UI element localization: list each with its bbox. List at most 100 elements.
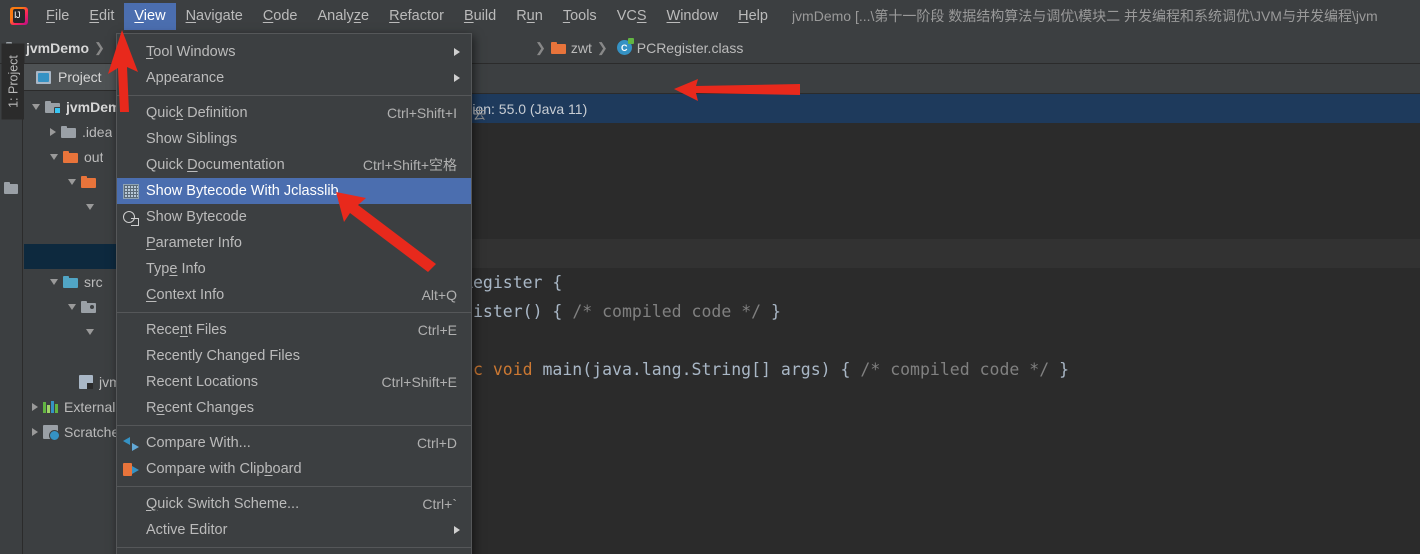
orange-folder-icon	[63, 150, 78, 163]
breadcrumb-item-zwt[interactable]: ❯ zwt ❯	[530, 40, 613, 56]
menu-item-show-siblings[interactable]: Show Siblings	[117, 126, 471, 152]
menu-item-label: Recently Changed Files	[146, 348, 300, 364]
menu-item-active-editor[interactable]: Active Editor	[117, 517, 471, 543]
menu-item-label: Active Editor	[146, 522, 228, 538]
menu-file[interactable]: File	[36, 3, 79, 30]
menu-vcs[interactable]: VCS	[607, 3, 657, 30]
menu-navigate[interactable]: Navigate	[176, 3, 253, 30]
menu-analyze[interactable]: Analyze	[308, 3, 380, 30]
menu-item-tool-windows[interactable]: Tool Windows	[117, 39, 471, 65]
menu-separator	[117, 547, 471, 548]
left-tool-strip: 1: Project	[0, 43, 25, 554]
menu-item-label: Parameter Info	[146, 235, 242, 251]
menu-item-shortcut: Ctrl+Shift+I	[386, 105, 457, 121]
menu-item-quick-documentation[interactable]: Quick Documentation Ctrl+Shift+空格	[117, 152, 471, 178]
menu-run[interactable]: Run	[506, 3, 553, 30]
chevron-right-icon[interactable]	[32, 402, 38, 411]
java-class-icon: C	[616, 38, 634, 55]
menu-item-recent-locations[interactable]: Recent Locations Ctrl+Shift+E	[117, 369, 471, 395]
tool-window-button-project[interactable]: 1: Project	[1, 43, 25, 120]
chevron-down-icon[interactable]	[86, 328, 94, 335]
menu-item-type-info[interactable]: Type Info	[117, 256, 471, 282]
menu-view[interactable]: View	[124, 2, 176, 30]
module-folder-icon	[45, 100, 61, 114]
menu-item-label: Context Info	[146, 287, 225, 303]
submenu-arrow-icon	[454, 74, 460, 82]
menu-refactor[interactable]: Refactor	[379, 3, 454, 30]
menu-separator	[117, 486, 471, 487]
menu-item-recent-changes[interactable]: Recent Changes	[117, 395, 471, 421]
submenu-arrow-icon	[454, 526, 460, 534]
menu-item-compare-with[interactable]: Compare With... Ctrl+D	[117, 430, 471, 456]
menu-item-label: Recent Changes	[146, 400, 255, 416]
intellij-logo-icon: IJ	[8, 5, 30, 27]
menu-tools[interactable]: Tools	[553, 3, 607, 30]
breadcrumb-item-pcregister[interactable]: C PCRegister.class	[616, 38, 744, 56]
menu-item-label: Appearance	[146, 70, 225, 86]
menu-item-recently-changed-files[interactable]: Recently Changed Files	[117, 343, 471, 369]
chevron-down-icon[interactable]	[86, 203, 94, 210]
menu-separator	[117, 95, 471, 96]
submenu-arrow-icon	[454, 48, 460, 56]
chevron-down-icon[interactable]	[50, 153, 58, 160]
menu-item-shortcut: Alt+Q	[421, 287, 457, 303]
menu-item-label: Tool Windows	[146, 44, 236, 60]
view-menu-dropdown: Tool Windows Appearance Quick Definition Ct…	[116, 33, 472, 554]
menu-item-label: Recent Locations	[146, 374, 259, 390]
chevron-down-icon[interactable]	[68, 178, 76, 185]
breadcrumb-separator-icon: ❯	[534, 39, 546, 55]
breadcrumb-label: PCRegister.class	[636, 39, 744, 56]
menu-item-shortcut: Ctrl+Shift+空格	[362, 157, 457, 173]
menu-item-label: Compare with Clipboard	[146, 461, 302, 477]
tree-item-label: out	[84, 148, 104, 165]
menu-bar: IJ File Edit View Navigate Code Analyze Refact…	[0, 0, 1420, 32]
chevron-down-icon[interactable]	[50, 278, 58, 285]
menu-item-show-bytecode-with-jclasslib[interactable]: Show Bytecode With Jclasslib	[117, 178, 471, 204]
window-title: jvmDemo [...\第十一阶段 数据结构算法与调优\模块二 并发编程和系统…	[791, 8, 1378, 24]
menu-window[interactable]: Window	[657, 3, 729, 30]
menu-separator	[117, 425, 471, 426]
menu-item-label: Compare With...	[146, 435, 251, 451]
tree-item-label: .idea	[82, 123, 113, 140]
obscured-panel-label: 去	[473, 108, 487, 123]
menu-item-appearance[interactable]: Appearance	[117, 65, 471, 91]
menu-help[interactable]: Help	[728, 3, 778, 30]
menu-item-quick-definition[interactable]: Quick Definition Ctrl+Shift+I	[117, 100, 471, 126]
menu-item-show-bytecode[interactable]: Show Bytecode	[117, 204, 471, 230]
menu-code[interactable]: Code	[253, 3, 308, 30]
tree-item-label: src	[84, 273, 103, 290]
package-folder-icon	[550, 41, 566, 54]
blue-folder-icon	[63, 275, 78, 288]
menu-item-quick-switch-scheme[interactable]: Quick Switch Scheme... Ctrl+`	[117, 491, 471, 517]
grey-folder-icon	[61, 125, 76, 138]
chevron-down-icon[interactable]	[68, 303, 76, 310]
chevron-right-icon[interactable]	[50, 127, 56, 136]
menu-item-label: Quick Definition	[146, 105, 248, 121]
chevron-right-icon[interactable]	[32, 427, 38, 436]
menu-item-label: Show Bytecode	[146, 209, 247, 225]
breadcrumb-separator-icon: ❯	[94, 39, 105, 55]
menu-item-label: Quick Documentation	[146, 157, 285, 173]
menu-item-shortcut: Ctrl+Shift+E	[381, 374, 457, 390]
menu-edit[interactable]: Edit	[79, 3, 124, 30]
menu-item-label: Type Info	[146, 261, 206, 277]
orange-folder-icon	[81, 175, 96, 188]
strip-folder-icon	[4, 182, 18, 194]
menu-item-parameter-info[interactable]: Parameter Info	[117, 230, 471, 256]
iml-file-icon	[79, 374, 93, 389]
ide-window: IJ File Edit View Navigate Code Analyze Refact…	[0, 0, 1420, 554]
menu-item-context-info[interactable]: Context Info Alt+Q	[117, 282, 471, 308]
menu-item-label: Recent Files	[146, 322, 227, 338]
menu-item-compare-with-clipboard[interactable]: Compare with Clipboard	[117, 456, 471, 482]
menu-item-label: Show Siblings	[146, 131, 238, 147]
bytecode-icon	[123, 210, 139, 226]
menu-item-label: Show Bytecode With Jclasslib	[146, 183, 339, 199]
scratches-icon	[43, 424, 60, 441]
menu-separator	[117, 312, 471, 313]
chevron-down-icon[interactable]	[32, 103, 40, 110]
libraries-icon	[43, 400, 58, 413]
menu-item-recent-files[interactable]: Recent Files Ctrl+E	[117, 317, 471, 343]
clipboard-compare-icon	[123, 462, 139, 477]
menu-item-shortcut: Ctrl+`	[422, 496, 457, 512]
menu-build[interactable]: Build	[454, 3, 506, 30]
